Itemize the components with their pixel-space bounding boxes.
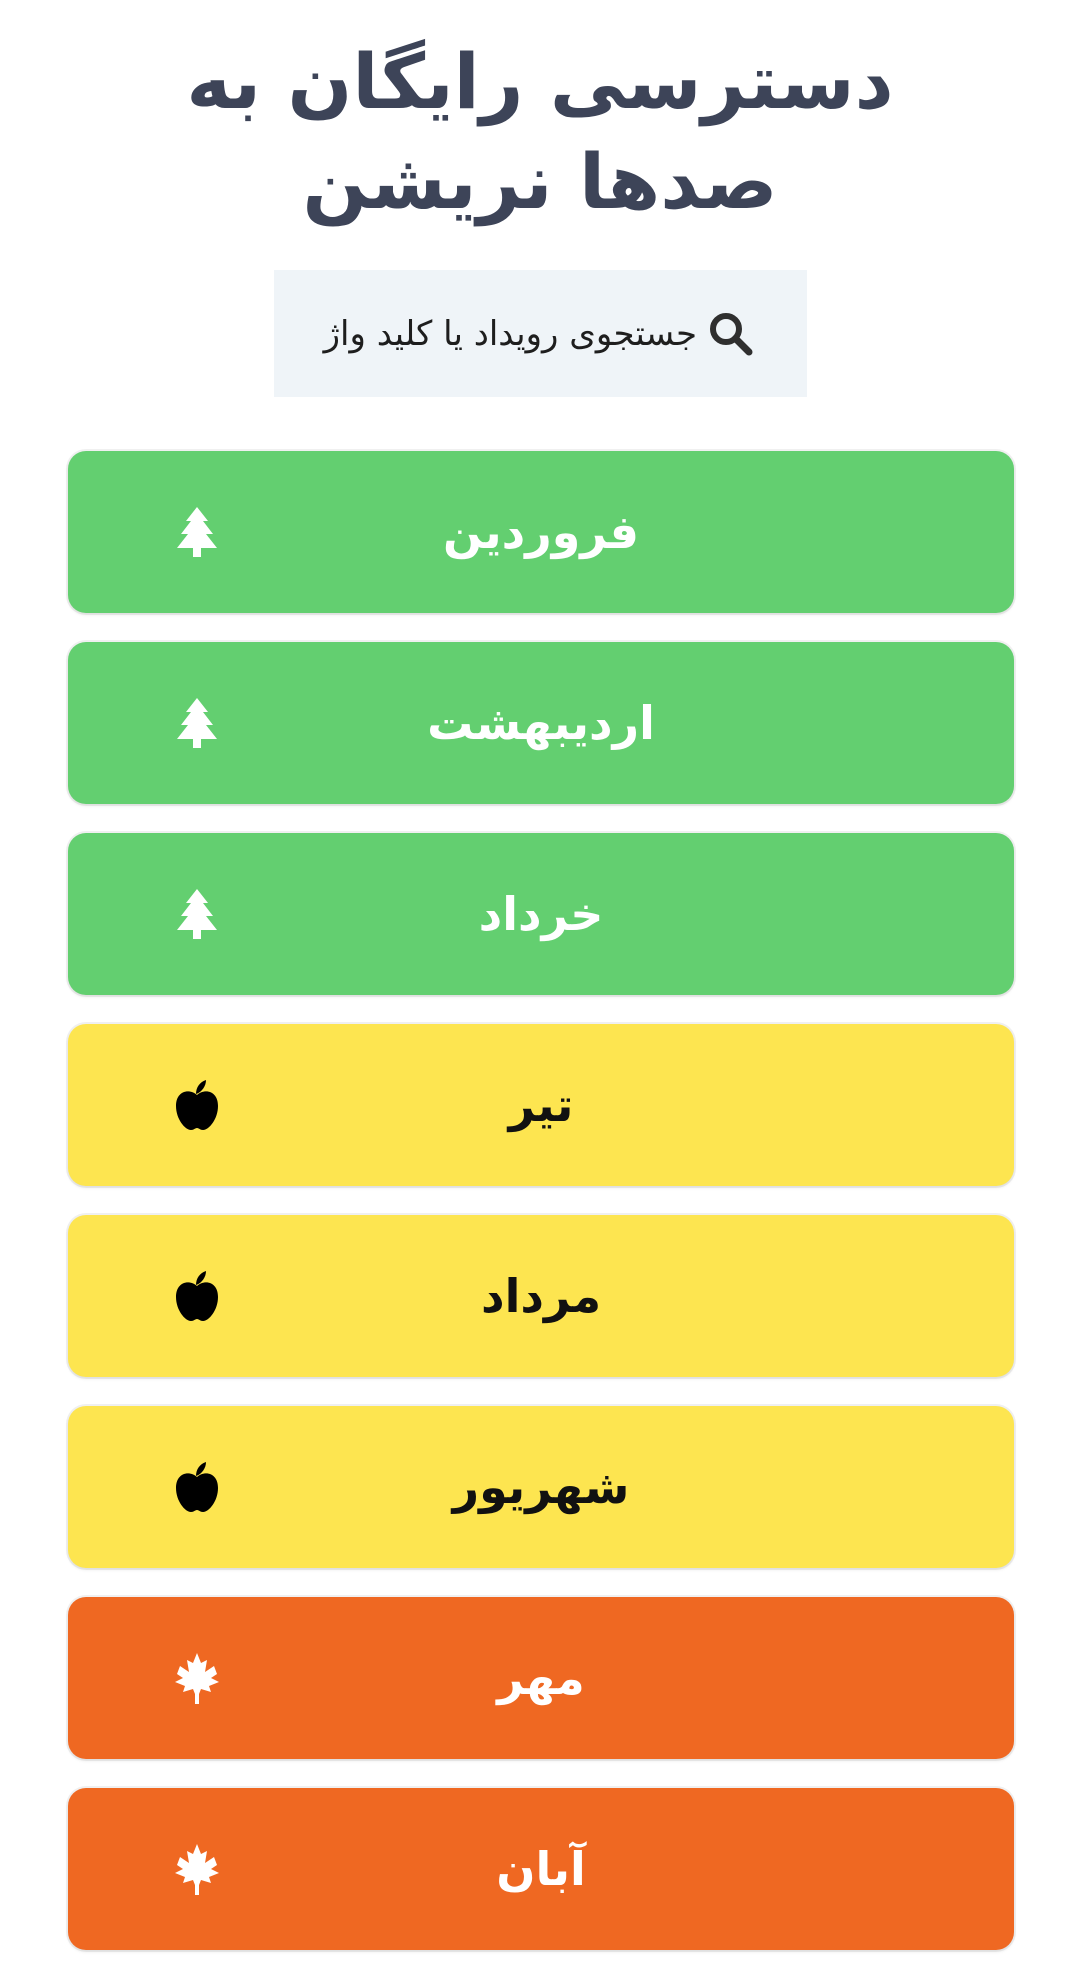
search-label: جستجوی رویداد یا کلید واژ	[323, 313, 697, 354]
tree-icon	[177, 507, 217, 557]
month-label: تیر	[508, 1078, 574, 1132]
month-label: اردیبهشت	[427, 696, 655, 750]
month-label: مهر	[497, 1651, 585, 1705]
month-button-mehr[interactable]: مهر	[68, 1597, 1014, 1759]
month-label: شهریور	[452, 1460, 630, 1514]
apple-icon	[176, 1271, 218, 1321]
month-label: آبان	[496, 1842, 586, 1896]
tree-icon	[177, 889, 217, 939]
month-button-khordad[interactable]: خرداد	[68, 833, 1014, 995]
apple-icon	[176, 1080, 218, 1130]
maple-leaf-icon	[175, 1844, 219, 1895]
month-label: مرداد	[480, 1269, 602, 1323]
month-button-aban[interactable]: آبان	[68, 1788, 1014, 1950]
month-button-mordad[interactable]: مرداد	[68, 1215, 1014, 1377]
month-list: فروردین اردیبهشت خرداد تیر مرداد شهریور …	[68, 451, 1014, 1979]
month-button-shahrivar[interactable]: شهریور	[68, 1406, 1014, 1568]
month-button-ordibehesht[interactable]: اردیبهشت	[68, 642, 1014, 804]
apple-icon	[176, 1462, 218, 1512]
search-button[interactable]: جستجوی رویداد یا کلید واژ	[274, 270, 807, 397]
month-label: خرداد	[478, 887, 604, 941]
month-button-farvardin[interactable]: فروردین	[68, 451, 1014, 613]
month-label: فروردین	[442, 505, 640, 559]
search-icon	[710, 312, 753, 355]
tree-icon	[177, 698, 217, 748]
maple-leaf-icon	[175, 1653, 219, 1704]
month-button-tir[interactable]: تیر	[68, 1024, 1014, 1186]
page-title: دسترسی رایگان به صدها نریشن	[186, 37, 894, 226]
